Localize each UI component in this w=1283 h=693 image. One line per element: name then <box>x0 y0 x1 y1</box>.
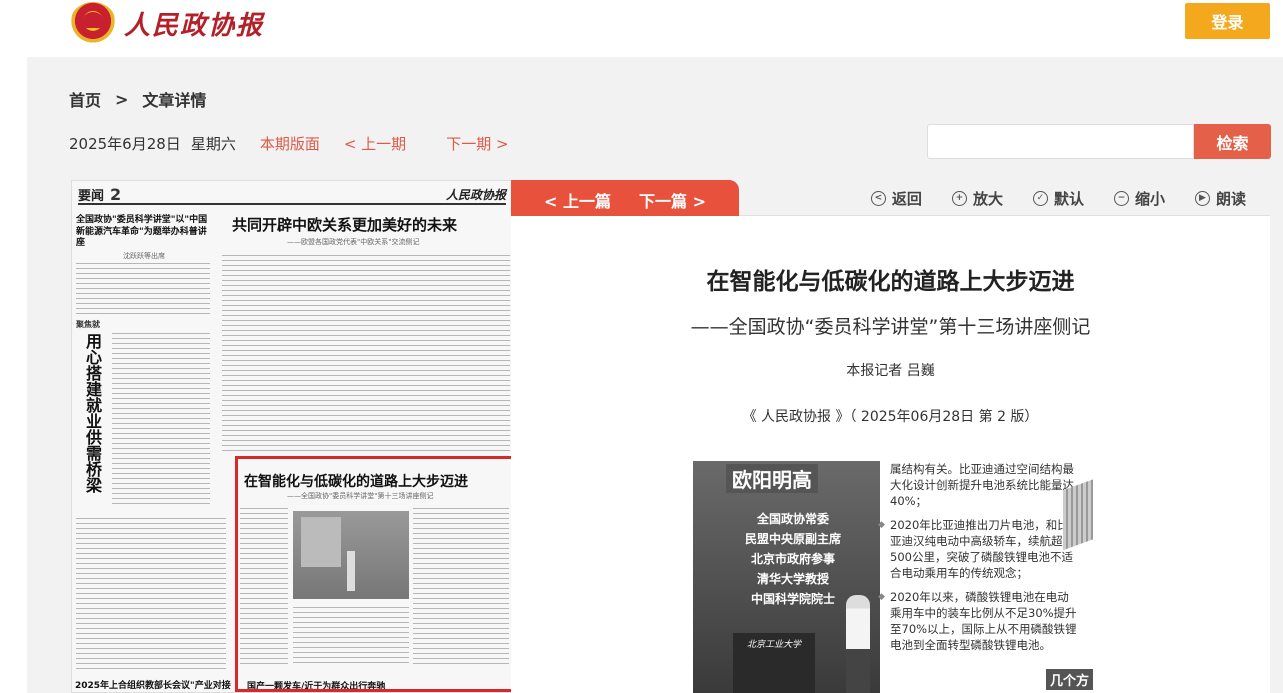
prev-issue-link[interactable]: < 上一期 <box>344 133 406 154</box>
speaker-title-line: 清华大学教授 <box>756 572 829 586</box>
site-logo[interactable]: 人民政协报 <box>70 2 264 44</box>
issue-date: 2025年6月28日 <box>69 135 181 153</box>
back-icon: < <box>870 191 886 206</box>
paper-left-headline[interactable]: 全国政协"委员科学讲堂"以"中国新能源汽车革命"为题举办科普讲座 沈跃跃等出席 <box>76 215 212 261</box>
top-bar: 人民政协报 登录 <box>0 0 1283 48</box>
issue-date-bar: 2025年6月28日 星期六 本期版面 < 上一期 下一期 > <box>69 133 509 154</box>
paper-text-block <box>112 331 210 506</box>
breadcrumb: 首页 > 文章详情 <box>69 87 206 111</box>
back-button[interactable]: < 返回 <box>870 188 922 209</box>
article-source: 《 人民政协报 》（ 2025年06月28日 第 2 版） <box>742 409 1039 425</box>
paper-text-block <box>76 516 226 671</box>
article-nav-tab: < 上一篇 下一篇 > <box>511 180 739 216</box>
podium: 北京工业大学 <box>733 633 815 693</box>
search-bar: 检索 <box>927 124 1271 159</box>
speaker-name: 欧阳明高 <box>726 464 818 493</box>
left-headline-text: 全国政协"委员科学讲堂"以"中国新能源汽车革命"为题举办科普讲座 <box>76 215 208 249</box>
article-author: 本报记者 吕巍 <box>846 363 935 379</box>
cppcc-emblem-icon <box>70 2 116 44</box>
article-photo: 欧阳明高 全国政协常委 民盟中央原副主席 北京市政府参事 清华大学教授 中国科学… <box>693 461 1093 693</box>
search-input[interactable] <box>927 124 1194 159</box>
slide-bullet: 2020年以来，磷酸铁锂电池在电动乘用车中的装车比例从不足30%提升至70%以上… <box>878 589 1080 653</box>
prev-article-link[interactable]: < 上一篇 <box>544 188 611 212</box>
next-issue-link[interactable]: 下一期 > <box>446 133 508 154</box>
paper-tag: 聚焦就 <box>76 320 100 329</box>
search-button[interactable]: 检索 <box>1194 124 1271 159</box>
article-toolbar: < 上一篇 下一篇 > < 返回 + 放大 ✓ 默认 − 缩小 ▶ 朗读 <box>511 180 1270 216</box>
paper-page-number: 2 <box>110 184 122 204</box>
breadcrumb-current: 文章详情 <box>142 91 207 110</box>
default-size-button[interactable]: ✓ 默认 <box>1032 188 1084 209</box>
read-aloud-button[interactable]: ▶ 朗读 <box>1194 188 1246 209</box>
speaker-titles: 全国政协常委 民盟中央原副主席 北京市政府参事 清华大学教授 中国科学院院士 <box>733 509 853 609</box>
zoom-out-icon: − <box>1113 191 1129 206</box>
logo-text: 人民政协报 <box>124 10 265 41</box>
left-headline-sub: 沈跃跃等出席 <box>123 252 165 261</box>
zoom-in-icon: + <box>951 191 967 206</box>
paper-section: 要闻 <box>78 188 105 204</box>
zoom-in-label: 放大 <box>972 190 1003 208</box>
paper-bottom-headline-left[interactable]: 2025年上合组织教部长会议"产业对接 <box>75 678 231 691</box>
paper-vertical-title[interactable]: 用心搭建就业供需桥梁 <box>82 333 102 493</box>
breadcrumb-separator: > <box>115 89 129 109</box>
slide-caption: 几个方 <box>1045 669 1093 690</box>
paper-top-subheadline: ——欧盟各国政党代表"中欧关系"交流侧记 <box>287 238 420 246</box>
presentation-slide: 属结构有关。比亚迪通过空间结构最大化设计创新提升电池系统比能量达40%； 202… <box>878 461 1093 693</box>
current-layout-link[interactable]: 本期版面 <box>260 133 320 154</box>
paper-masthead: 人民政协报 <box>445 187 506 202</box>
speaker-title-line: 全国政协常委 <box>756 512 829 526</box>
speaker-title-line: 民盟中央原副主席 <box>744 532 841 546</box>
slide-bullet: 2020年比亚迪推出刀片电池，和比亚迪汉纯电动中高级轿车，续航超过500公里，突… <box>878 517 1080 581</box>
issue-weekday: 星期六 <box>190 135 236 153</box>
zoom-out-button[interactable]: − 缩小 <box>1113 188 1165 209</box>
article-subtitle: ——全国政协“委员科学讲堂”第十三场讲座侧记 <box>690 316 1091 338</box>
read-aloud-label: 朗读 <box>1215 190 1246 208</box>
selected-article-highlight[interactable] <box>235 456 512 692</box>
login-button[interactable]: 登录 <box>1185 3 1270 39</box>
play-icon: ▶ <box>1194 191 1210 206</box>
podium-text: 北京工业大学 <box>746 640 801 650</box>
default-icon: ✓ <box>1032 191 1048 206</box>
paper-header: 要闻 2 人民政协报 <box>78 185 506 205</box>
paper-top-headline[interactable]: 共同开辟中欧关系更加美好的未来 <box>232 214 457 235</box>
paper-text-block <box>76 261 210 317</box>
article-title: 在智能化与低碳化的道路上大步迈进 <box>706 269 1075 295</box>
speaker-title-line: 北京市政府参事 <box>750 552 835 566</box>
speaker-figure <box>846 595 870 693</box>
speaker-title-line: 中国科学院院士 <box>750 592 835 606</box>
main-content: 首页 > 文章详情 2025年6月28日 星期六 本期版面 < 上一期 下一期 … <box>27 57 1283 693</box>
article-tools: < 返回 + 放大 ✓ 默认 − 缩小 ▶ 朗读 <box>841 188 1246 209</box>
next-article-link[interactable]: 下一篇 > <box>639 188 706 212</box>
slide-text: 属结构有关。比亚迪通过空间结构最大化设计创新提升电池系统比能量达40%； <box>890 462 1074 508</box>
zoom-in-button[interactable]: + 放大 <box>951 188 1003 209</box>
zoom-out-label: 缩小 <box>1134 190 1165 208</box>
article-panel: < 上一篇 下一篇 > < 返回 + 放大 ✓ 默认 − 缩小 ▶ 朗读 在智能化与低碳化… <box>511 180 1270 693</box>
breadcrumb-home[interactable]: 首页 <box>69 87 101 111</box>
lecture-stage: 欧阳明高 全国政协常委 民盟中央原副主席 北京市政府参事 清华大学教授 中国科学… <box>693 461 880 693</box>
default-label: 默认 <box>1053 190 1084 208</box>
paper-text-block <box>222 253 510 453</box>
back-label: 返回 <box>891 190 922 208</box>
newspaper-page-thumbnail[interactable]: 要闻 2 人民政协报 全国政协"委员科学讲堂"以"中国新能源汽车革命"为题举办科… <box>71 180 513 693</box>
